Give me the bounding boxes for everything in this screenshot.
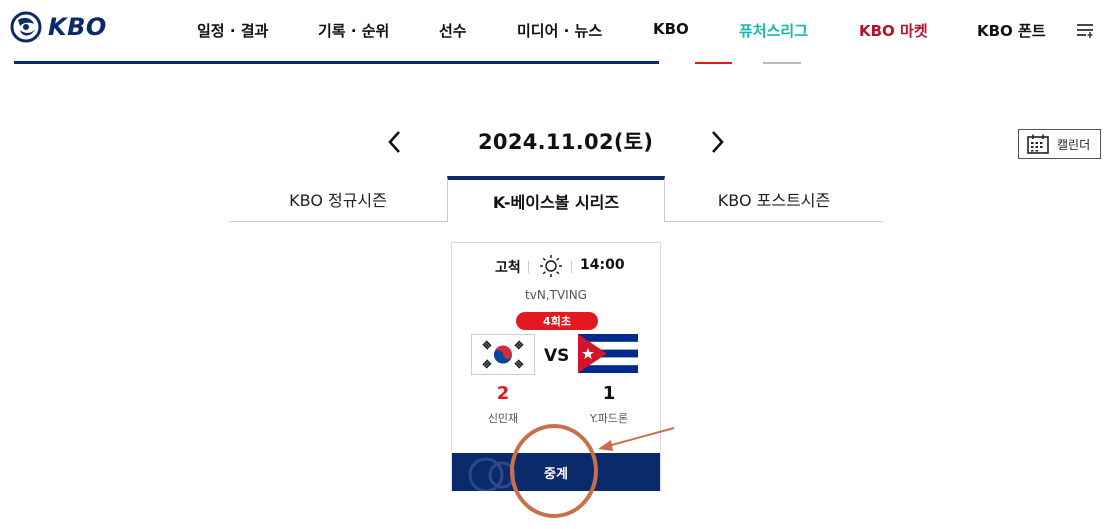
tab-regular-season[interactable]: KBO 정규시즌: [229, 176, 447, 222]
date-navigation: 2024.11.02(토): [0, 122, 1113, 162]
away-score: 1: [602, 383, 616, 404]
watermark-logo-icon: [468, 457, 516, 491]
game-card: 고척 14:00 tvN,TVING 4회초 VS 2 1 신민재 Y.파드론 …: [451, 242, 661, 491]
nav-item-futures[interactable]: 퓨처스리그: [739, 20, 808, 41]
divider: [528, 261, 529, 273]
kbo-logo[interactable]: KBO: [10, 10, 107, 44]
tab-post-season[interactable]: KBO 포스트시즌: [665, 176, 883, 222]
nav-item-media[interactable]: 미디어 · 뉴스: [517, 20, 602, 41]
banner-fragment-gray: [763, 62, 801, 64]
home-pitcher: 신민재: [487, 412, 519, 425]
header-banner-edge: [14, 61, 659, 64]
next-date-arrow-icon[interactable]: [706, 128, 728, 156]
sun-icon: [540, 255, 562, 277]
calendar-icon: [1027, 134, 1049, 154]
hamburger-menu-icon[interactable]: [1075, 20, 1095, 40]
korea-flag-icon: [471, 334, 535, 375]
current-date: 2024.11.02(토): [478, 130, 654, 154]
away-pitcher: Y.파드론: [589, 412, 629, 425]
logo-text: KBO: [48, 13, 107, 41]
divider: [571, 261, 572, 273]
relay-label: 중계: [544, 466, 568, 482]
game-time: 14:00: [580, 257, 625, 273]
calendar-label: 캘린더: [1057, 137, 1091, 152]
nav-item-schedule[interactable]: 일정 · 결과: [197, 20, 268, 41]
home-score: 2: [496, 383, 510, 404]
cuba-flag-icon: [578, 334, 642, 375]
game-status-badge: 4회초: [516, 312, 598, 330]
broadcast-channels: tvN,TVING: [525, 288, 587, 302]
nav-item-kbo[interactable]: KBO: [653, 20, 689, 38]
vs-label: VS: [544, 346, 570, 366]
nav-item-players[interactable]: 선수: [439, 20, 467, 41]
season-tabs: KBO 정규시즌 K-베이스볼 시리즈 KBO 포스트시즌: [229, 176, 883, 222]
nav-item-records[interactable]: 기록 · 순위: [318, 20, 389, 41]
game-info-row: 고척 14:00: [452, 255, 660, 277]
stadium-name: 고척: [495, 260, 521, 276]
banner-fragment-red: [695, 62, 732, 64]
relay-button[interactable]: 중계: [452, 453, 660, 491]
nav-item-market[interactable]: KBO 마켓: [859, 20, 928, 41]
prev-date-arrow-icon[interactable]: [384, 128, 406, 156]
tab-k-baseball-series[interactable]: K-베이스볼 시리즈: [447, 176, 665, 222]
site-header: KBO 일정 · 결과 기록 · 순위 선수 미디어 · 뉴스 KBO 퓨처스리…: [0, 0, 1113, 64]
calendar-button[interactable]: 캘린더: [1018, 129, 1101, 159]
nav-item-font[interactable]: KBO 폰트: [977, 20, 1046, 41]
kbo-emblem-icon: [10, 11, 42, 43]
